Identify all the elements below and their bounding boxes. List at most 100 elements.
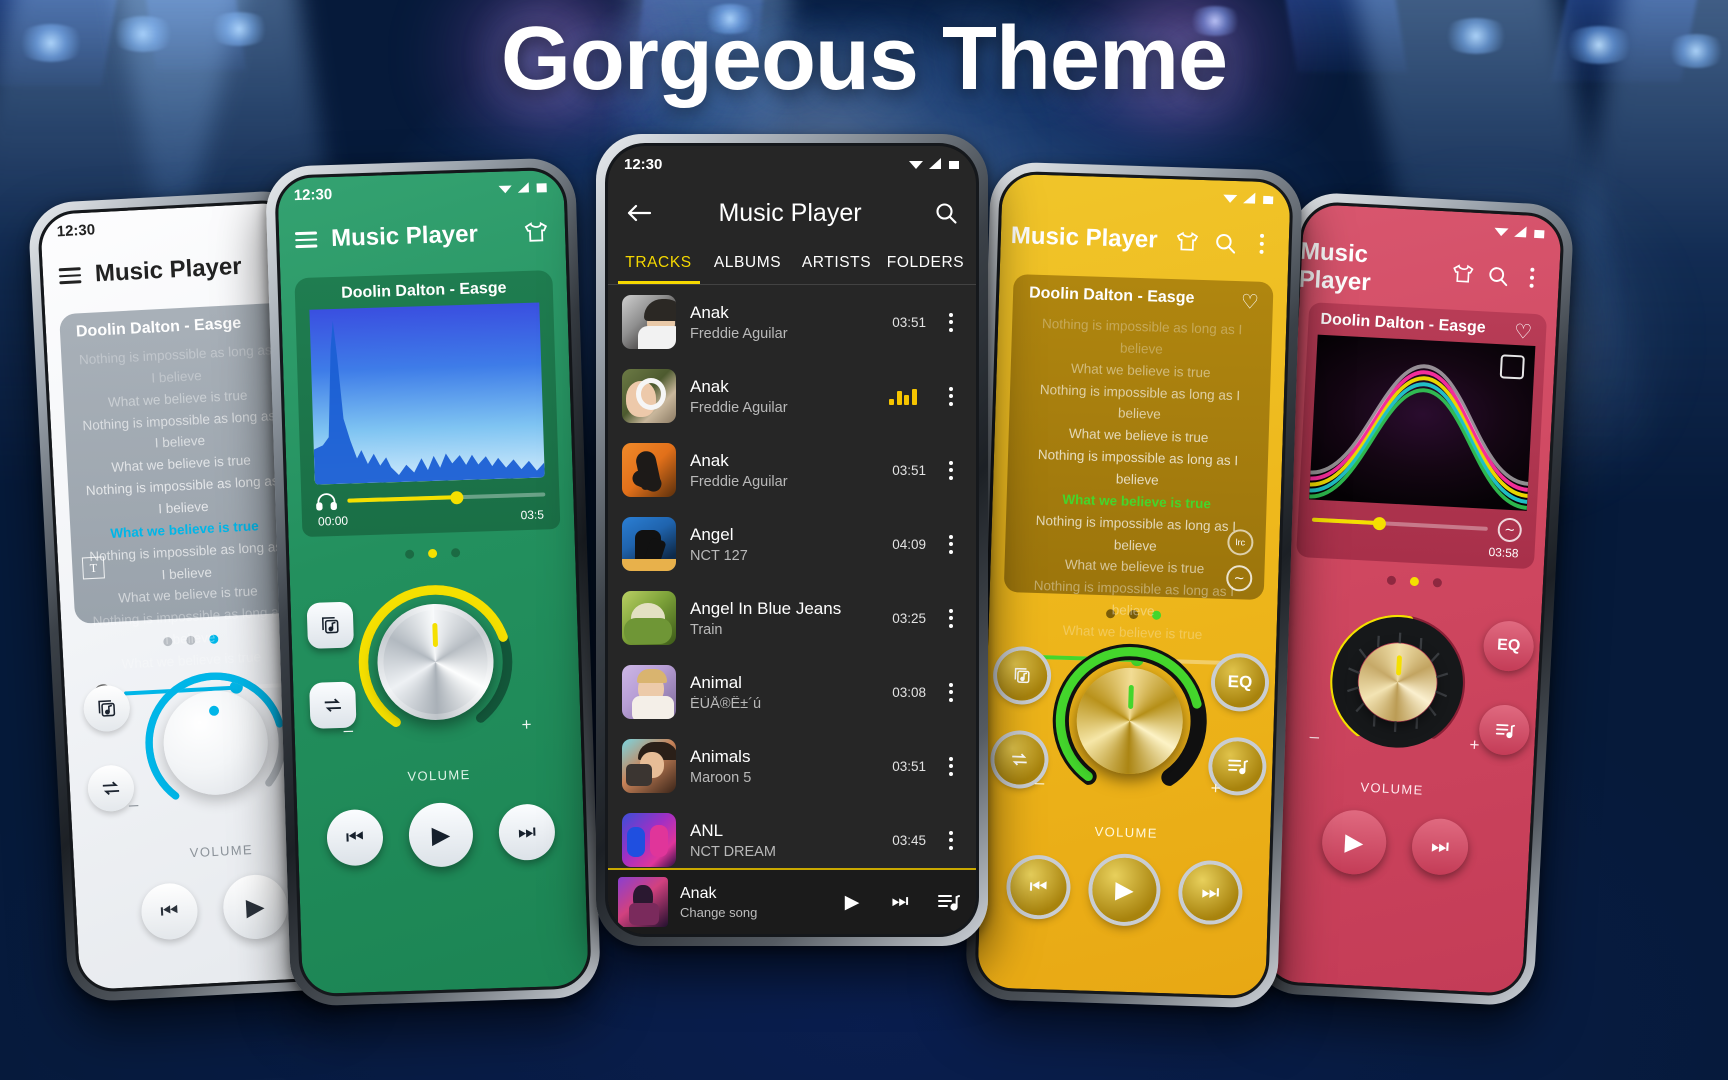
queue-button[interactable] [1477,703,1531,757]
wifi-icon [1494,227,1509,237]
track-duration: 03:25 [892,610,926,626]
favorite-icon[interactable]: ♡ [1241,289,1260,315]
album-art [622,739,676,793]
previous-button[interactable]: ⏮ [1009,858,1068,917]
track-row[interactable]: Anak Freddie Aguilar 03:51 [608,433,976,507]
page-title: Gorgeous Theme [500,9,1228,109]
playlist-button[interactable] [306,601,355,649]
seek-bar[interactable] [1311,516,1488,531]
next-button[interactable]: ⏭ [1410,817,1470,877]
track-row[interactable]: Angel In Blue Jeans Train 03:25 [608,581,976,655]
lyric-line: Nothing is impossible as long as I belie… [1041,315,1243,357]
mini-player-play-button[interactable]: ▶ [834,891,870,914]
mini-player-title: Anak [680,884,717,902]
equalizer-button[interactable]: EQ [1482,619,1535,673]
playlist-button[interactable] [82,684,131,733]
now-playing-equalizer-icon [880,388,926,405]
play-button[interactable]: ▶ [1091,856,1158,923]
track-overflow-menu[interactable] [940,312,962,332]
tab-folders[interactable]: FOLDERS [881,244,970,284]
menu-icon[interactable] [294,231,318,249]
back-arrow-icon[interactable] [626,202,652,224]
mini-player[interactable]: Anak Change song ▶ ⏭ [608,868,976,934]
waveform-icon[interactable]: ∼ [1497,517,1523,543]
status-icons [497,181,547,195]
total-time: 03:58 [1488,544,1519,561]
overflow-menu-icon[interactable] [1250,233,1273,255]
gold-theme-phone[interactable]: 12:30 Music Player [964,161,1304,1009]
volume-plus-label: + [1210,778,1221,798]
tshirt-icon[interactable] [1451,264,1476,285]
volume-knob-indicator [208,705,220,716]
track-overflow-menu[interactable] [940,682,962,702]
app-bar: Music Player [1000,208,1290,273]
total-time: 03:5 [520,507,545,523]
tshirt-icon[interactable] [523,221,550,244]
track-row[interactable]: Anak Freddie Aguilar 03:51 [608,285,976,359]
signal-icon [517,182,529,193]
search-icon[interactable] [934,201,958,225]
volume-knob[interactable]: – + [1034,642,1221,801]
audio-visualizer[interactable] [309,302,545,485]
track-row[interactable]: ANL NCT DREAM 03:45 [608,803,976,877]
mini-player-next-button[interactable]: ⏭ [882,891,918,913]
previous-button[interactable]: ⏮ [326,808,384,867]
playlist-button[interactable] [996,649,1048,702]
audio-visualizer[interactable] [1309,334,1536,511]
track-title: Anak [690,302,729,322]
green-theme-phone[interactable]: 12:30 Music Player Doolin Dalton - Easge [264,157,602,1007]
visualizer-card: Doolin Dalton - Easge ♡ ∼ 03:58 [1296,302,1548,570]
track-duration: 03:51 [892,314,926,330]
track-row[interactable]: Animal ÉÙÅ®Ê±´ú 03:08 [608,655,976,729]
tshirt-icon[interactable] [1174,231,1200,253]
track-overflow-menu[interactable] [940,460,962,480]
album-art [622,517,676,571]
tab-tracks[interactable]: TRACKS [614,244,703,284]
track-list[interactable]: Anak Freddie Aguilar 03:51 Anak Freddie … [608,285,976,877]
seek-bar[interactable] [347,490,546,504]
wifi-icon [909,161,923,169]
play-button[interactable]: ▶ [1320,808,1388,876]
tab-artists[interactable]: ARTISTS [792,244,881,284]
expand-icon[interactable] [1499,354,1525,380]
previous-button[interactable]: ⏮ [140,881,199,941]
volume-knob[interactable]: – + [128,665,309,821]
signal-icon [1243,192,1256,204]
track-row[interactable]: Animals Maroon 5 03:51 [608,729,976,803]
dark-theme-phone[interactable]: 12:30 Music Player TRACKS ALBUMS ARTISTS… [596,134,988,946]
menu-icon[interactable] [58,267,82,285]
track-artist: ÉÙÅ®Ê±´ú [690,695,762,712]
volume-knob[interactable]: – + [343,579,532,744]
track-row[interactable]: Anak Freddie Aguilar [608,359,976,433]
status-time: 12:30 [624,155,663,173]
volume-control-area: EQ – + [983,618,1277,823]
equalizer-button[interactable]: EQ [1214,656,1266,709]
track-overflow-menu[interactable] [940,830,962,850]
favorite-icon[interactable]: ♡ [1514,319,1533,345]
track-row[interactable]: Angel NCT 127 04:09 [608,507,976,581]
status-bar: 12:30 [608,146,976,182]
search-icon[interactable] [1486,264,1509,287]
battery-icon [1263,195,1274,205]
play-button[interactable]: ▶ [221,873,289,941]
red-theme-phone[interactable]: 12:30 Music Player [1251,191,1575,1007]
tab-albums[interactable]: ALBUMS [703,244,792,284]
play-button[interactable]: ▶ [407,801,474,868]
next-button[interactable]: ⏭ [1181,863,1240,922]
track-overflow-menu[interactable] [940,608,962,628]
mini-player-queue-button[interactable] [930,890,966,914]
lyrics-text-size-icon[interactable]: T [81,556,105,580]
track-overflow-menu[interactable] [940,756,962,776]
next-button[interactable]: ⏭ [498,803,556,862]
track-overflow-menu[interactable] [940,386,962,406]
track-duration: 03:45 [892,832,926,848]
search-icon[interactable] [1213,231,1237,255]
volume-plus-label: + [521,714,532,735]
track-overflow-menu[interactable] [940,534,962,554]
volume-minus-label: – [128,794,139,815]
track-title: Angel [690,524,734,544]
volume-knob[interactable]: – + [1309,608,1480,757]
overflow-menu-icon[interactable] [1520,267,1543,288]
album-art [622,443,676,497]
track-artist: Maroon 5 [690,769,752,786]
